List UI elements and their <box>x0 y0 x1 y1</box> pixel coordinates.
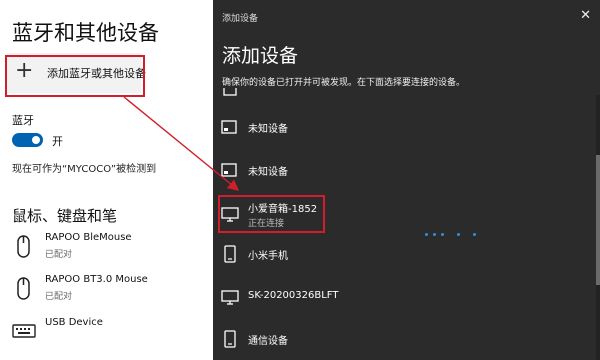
monitor-icon <box>221 290 239 305</box>
device-list-item[interactable]: SK-20200326BLFT <box>213 278 593 316</box>
device-name: 未知设备 <box>248 167 288 178</box>
device-name: 小米手机 <box>248 251 288 262</box>
device-name: RAPOO BleMouse <box>45 232 132 243</box>
device-name: USB Device <box>45 317 103 328</box>
discoverable-text: 现在可作为“MYCOCO”被检测到 <box>12 164 157 175</box>
device-name: RAPOO BT3.0 Mouse <box>45 274 148 285</box>
device-name: SK-20200326BLFT <box>248 290 339 301</box>
dialog-subtitle: 确保你的设备已打开并可被发现。在下面选择要连接的设备。 <box>222 78 466 88</box>
device-list-item[interactable]: 小米手机 <box>213 235 593 273</box>
device-list-item[interactable]: 未知设备 <box>213 108 593 146</box>
device-item[interactable]: RAPOO BleMouse 已配对 <box>12 232 212 268</box>
phone-icon <box>224 245 236 263</box>
device-list-item[interactable]: 未知设备 <box>213 151 593 189</box>
device-name: 未知设备 <box>248 124 288 135</box>
mouse-icon <box>17 277 30 300</box>
bluetooth-toggle[interactable] <box>12 133 43 147</box>
device-status: 已配对 <box>45 250 73 260</box>
page-title: 蓝牙和其他设备 <box>12 21 159 45</box>
mouse-icon <box>17 235 30 258</box>
section-title: 鼠标、键盘和笔 <box>12 207 118 225</box>
close-icon[interactable]: ✕ <box>580 8 591 23</box>
keyboard-icon <box>12 324 36 338</box>
add-device-dialog: 添加设备 ✕ 添加设备 确保你的设备已打开并可被发现。在下面选择要连接的设备。 … <box>213 0 600 360</box>
scrollbar[interactable] <box>596 95 600 360</box>
display-icon <box>223 88 237 96</box>
toggle-state-text: 开 <box>52 135 63 148</box>
dialog-title: 添加设备 <box>222 14 259 24</box>
scrollbar-thumb[interactable] <box>596 155 600 285</box>
device-status: 已配对 <box>45 292 73 302</box>
display-icon <box>221 120 237 134</box>
dialog-heading: 添加设备 <box>222 45 299 67</box>
settings-panel: 蓝牙和其他设备 + 添加蓝牙或其他设备 蓝牙 开 现在可作为“MYCOCO”被检… <box>0 0 214 360</box>
display-icon <box>221 163 237 177</box>
toggle-knob <box>32 136 40 144</box>
device-list-item[interactable]: 通信设备 <box>213 320 593 358</box>
device-item[interactable]: RAPOO BT3.0 Mouse 已配对 <box>12 274 212 310</box>
device-name: 通信设备 <box>248 336 288 347</box>
highlight-box-device <box>218 195 325 233</box>
phone-icon <box>224 330 236 348</box>
bluetooth-label: 蓝牙 <box>12 114 34 127</box>
device-item[interactable]: USB Device <box>12 317 212 353</box>
highlight-box-add <box>5 55 145 97</box>
